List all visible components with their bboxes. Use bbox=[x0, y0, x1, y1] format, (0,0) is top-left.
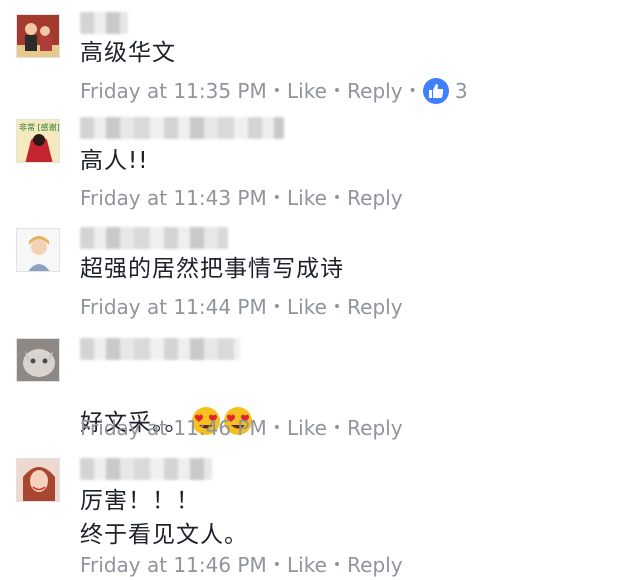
reply-link[interactable]: Reply bbox=[347, 295, 402, 319]
commenter-name-redacted[interactable] bbox=[80, 117, 284, 139]
thumbs-up-icon[interactable] bbox=[422, 78, 449, 104]
comment-timestamp[interactable]: Friday at 11:44 PM bbox=[80, 295, 267, 319]
like-link[interactable]: Like bbox=[287, 186, 327, 210]
commenter-name-redacted[interactable] bbox=[80, 338, 240, 360]
like-link[interactable]: Like bbox=[287, 79, 327, 103]
comment-text: 高人!! bbox=[80, 148, 149, 174]
comment-meta: Friday at 11:35 PM • Like • Reply • 3 bbox=[80, 78, 468, 104]
commenter-name-redacted[interactable] bbox=[80, 458, 212, 480]
comment-meta: Friday at 11:43 PM • Like • Reply bbox=[80, 186, 403, 210]
comment-text: 厉害！！！ 终于看见文人。 bbox=[80, 488, 248, 548]
reaction-count[interactable]: 3 bbox=[455, 79, 468, 103]
dot-separator: • bbox=[272, 557, 282, 573]
dot-separator: • bbox=[332, 83, 342, 99]
commenter-name-redacted[interactable] bbox=[80, 12, 128, 34]
dot-separator: • bbox=[272, 420, 282, 436]
reply-link[interactable]: Reply bbox=[347, 553, 402, 577]
dot-separator: • bbox=[332, 190, 342, 206]
dot-separator: • bbox=[408, 83, 417, 99]
commenter-name-redacted[interactable] bbox=[80, 227, 228, 249]
reply-link[interactable]: Reply bbox=[347, 186, 402, 210]
like-link[interactable]: Like bbox=[287, 553, 327, 577]
dot-separator: • bbox=[272, 190, 282, 206]
comment-meta: Friday at 11:44 PM • Like • Reply bbox=[80, 295, 403, 319]
commenter-avatar[interactable] bbox=[16, 228, 60, 272]
commenter-avatar[interactable] bbox=[16, 458, 60, 502]
comment-text: 超强的居然把事情写成诗 bbox=[80, 256, 344, 282]
reply-link[interactable]: Reply bbox=[347, 416, 402, 440]
like-link[interactable]: Like bbox=[287, 416, 327, 440]
dot-separator: • bbox=[332, 420, 342, 436]
comment-meta: Friday at 11:46 PM • Like • Reply bbox=[80, 553, 403, 577]
avatar-caption: 非常 [感谢] bbox=[19, 123, 60, 132]
comment-timestamp[interactable]: Friday at 11:35 PM bbox=[80, 79, 267, 103]
comment-timestamp[interactable]: Friday at 11:46 PM bbox=[80, 416, 267, 440]
comment-text: 高级华文 bbox=[80, 40, 176, 66]
dot-separator: • bbox=[272, 299, 282, 315]
commenter-avatar[interactable] bbox=[16, 14, 60, 58]
comment-meta: Friday at 11:46 PM • Like • Reply bbox=[80, 416, 403, 440]
comment-timestamp[interactable]: Friday at 11:43 PM bbox=[80, 186, 267, 210]
comment-timestamp[interactable]: Friday at 11:46 PM bbox=[80, 553, 267, 577]
commenter-avatar[interactable]: 非常 [感谢] bbox=[16, 119, 60, 163]
dot-separator: • bbox=[332, 557, 342, 573]
commenter-avatar[interactable] bbox=[16, 338, 60, 382]
reply-link[interactable]: Reply bbox=[347, 79, 402, 103]
dot-separator: • bbox=[272, 83, 282, 99]
like-link[interactable]: Like bbox=[287, 295, 327, 319]
dot-separator: • bbox=[332, 299, 342, 315]
